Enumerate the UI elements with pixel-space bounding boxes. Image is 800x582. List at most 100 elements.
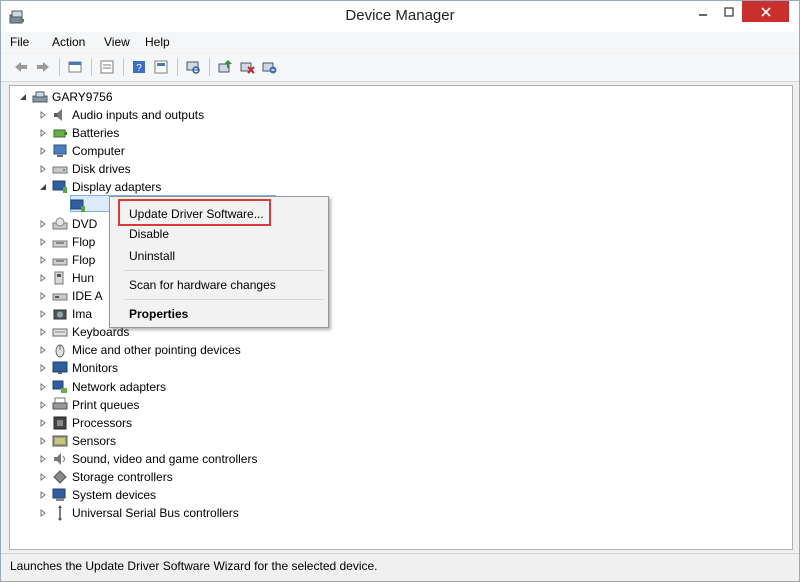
update-driver-button[interactable] [215, 58, 235, 76]
tree-category[interactable]: Flop [38, 233, 95, 251]
tree-category[interactable]: Ima [38, 305, 92, 323]
minimize-button[interactable] [690, 1, 716, 22]
menu-scan-hardware[interactable]: Scan for hardware changes [110, 274, 328, 296]
uninstall-device-icon [262, 62, 277, 74]
collapse-arrow-icon[interactable] [18, 92, 28, 102]
tree-item-label: DVD [72, 216, 98, 231]
tree-item-label: Ima [72, 307, 93, 322]
tree-root[interactable]: GARY9756 [18, 88, 113, 106]
properties-icon [154, 60, 168, 74]
expand-arrow-icon[interactable] [38, 490, 48, 500]
menu-uninstall-label: Uninstall [129, 249, 176, 263]
expand-arrow-icon[interactable] [38, 363, 48, 373]
display-adapter-icon [70, 198, 86, 214]
uninstall-device-button[interactable] [259, 58, 279, 76]
menu-properties[interactable]: Properties [110, 303, 328, 325]
expand-arrow-icon[interactable] [38, 164, 48, 174]
expand-arrow-icon[interactable] [38, 418, 48, 428]
forward-button[interactable] [33, 58, 53, 76]
printer-icon [52, 397, 68, 413]
expand-arrow-icon[interactable] [38, 345, 48, 355]
update-driver-highlight-box [118, 199, 271, 226]
expand-arrow-icon[interactable] [38, 219, 48, 229]
help-button[interactable]: ? [129, 58, 149, 76]
tree-category[interactable]: Print queues [38, 396, 139, 414]
toolbar-separator [123, 58, 124, 76]
tree-category[interactable]: Audio inputs and outputs [38, 106, 204, 124]
tree-category[interactable]: Monitors [38, 359, 118, 377]
tree-category[interactable]: Mice and other pointing devices [38, 341, 241, 359]
toolbar-separator [91, 58, 92, 76]
expand-arrow-icon[interactable] [38, 273, 48, 283]
update-driver-icon [218, 60, 232, 73]
tree-category[interactable]: Flop [38, 251, 95, 269]
expand-arrow-icon[interactable] [38, 508, 48, 518]
expand-arrow-icon[interactable] [38, 110, 48, 120]
tree-category[interactable]: Display adapters [38, 178, 161, 196]
processor-icon [52, 415, 68, 431]
tree-category[interactable]: DVD [38, 215, 97, 233]
menu-scan-hardware-label: Scan for hardware changes [129, 278, 276, 292]
expand-arrow-icon[interactable] [38, 400, 48, 410]
expand-arrow-icon[interactable] [38, 309, 48, 319]
tree-item-label: System devices [72, 488, 157, 503]
tree-item-label: Monitors [72, 361, 119, 376]
tree-category[interactable]: Disk drives [38, 160, 131, 178]
network-icon [52, 379, 68, 395]
tree-category[interactable]: Computer [38, 142, 125, 160]
title-bar: Device Manager [1, 1, 799, 32]
expand-arrow-icon[interactable] [38, 146, 48, 156]
tree-device[interactable] [70, 197, 90, 215]
mouse-icon [52, 342, 68, 358]
tree-item-label: Storage controllers [72, 470, 173, 484]
tree-item-label: Processors [72, 415, 133, 430]
expand-arrow-icon[interactable] [38, 436, 48, 446]
tree-item-label: Network adapters [72, 379, 167, 394]
scan-hardware-button[interactable] [183, 58, 203, 76]
close-button[interactable] [742, 1, 789, 22]
expand-arrow-icon[interactable] [38, 291, 48, 301]
tree-category[interactable]: System devices [38, 486, 156, 504]
tree-item-label: Disk drives [72, 162, 131, 177]
tree-category[interactable]: Universal Serial Bus controllers [38, 504, 239, 522]
expand-arrow-icon[interactable] [38, 382, 48, 392]
hid-icon [52, 270, 68, 286]
menu-disable[interactable]: Disable [110, 223, 328, 245]
menu-file[interactable]: File [10, 35, 29, 49]
expand-arrow-icon[interactable] [38, 472, 48, 482]
sensor-icon [52, 433, 68, 449]
tree-category[interactable]: IDE A [38, 287, 103, 305]
floppy-icon [52, 252, 68, 268]
show-hide-button[interactable] [97, 58, 117, 76]
battery-icon [52, 125, 68, 141]
tree-category[interactable]: Sound, video and game controllers [38, 450, 257, 468]
tree-item-label: Sensors [72, 433, 117, 448]
system-icon [52, 487, 68, 503]
menu-action[interactable]: Action [52, 35, 85, 49]
tree-category[interactable]: Batteries [38, 124, 119, 142]
expand-arrow-icon[interactable] [38, 237, 48, 247]
back-arrow-icon [15, 62, 27, 72]
back-button[interactable] [11, 58, 31, 76]
tree-category[interactable]: Storage controllers [38, 468, 173, 486]
imaging-icon [52, 306, 68, 322]
tree-category[interactable]: Network adapters [38, 378, 166, 396]
close-icon [760, 6, 771, 17]
disable-device-button[interactable] [237, 58, 257, 76]
maximize-button[interactable] [716, 1, 742, 22]
menu-uninstall[interactable]: Uninstall [110, 245, 328, 267]
tree-category[interactable]: Hun [38, 269, 94, 287]
usb-icon [52, 505, 68, 521]
tree-category[interactable]: Sensors [38, 432, 116, 450]
collapse-arrow-icon[interactable] [38, 182, 48, 192]
tree-item-label: Computer [72, 144, 125, 159]
expand-arrow-icon[interactable] [38, 128, 48, 138]
expand-arrow-icon[interactable] [38, 327, 48, 337]
expand-arrow-icon[interactable] [38, 255, 48, 265]
expand-arrow-icon[interactable] [38, 454, 48, 464]
up-one-level-button[interactable] [65, 58, 85, 76]
menu-view[interactable]: View [104, 35, 130, 49]
menu-help[interactable]: Help [145, 35, 170, 49]
properties-button[interactable] [151, 58, 171, 76]
tree-category[interactable]: Processors [38, 414, 132, 432]
